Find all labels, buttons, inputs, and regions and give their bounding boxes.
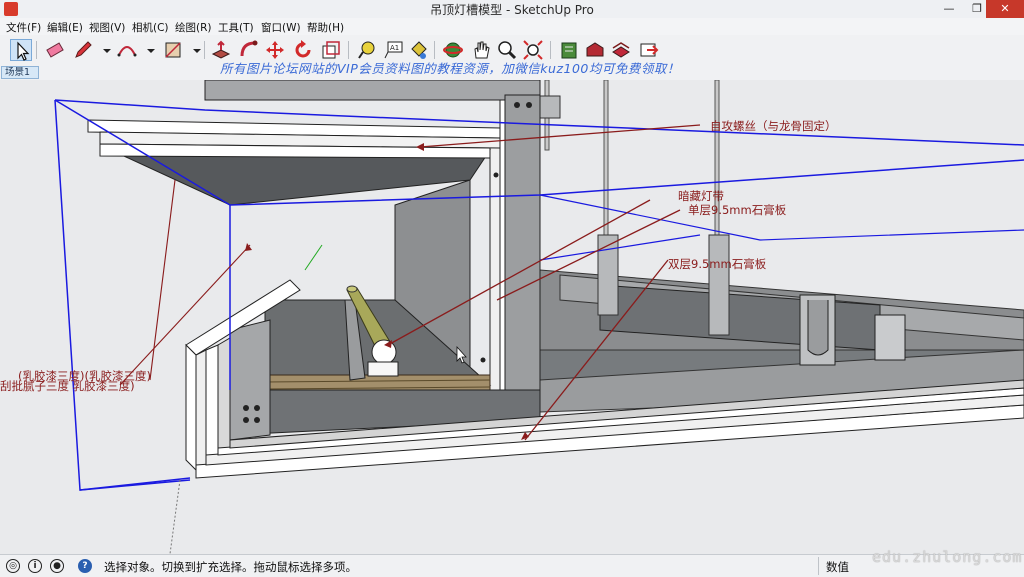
model-viewport[interactable]: 自攻螺丝（与龙骨固定） 暗藏灯带 单层9.5mm石膏板 双层9.5mm石膏板 (… [0,80,1024,554]
select-icon[interactable] [10,39,32,61]
close-button[interactable]: ✕ [986,0,1024,18]
title-bar: 吊顶灯槽模型 - SketchUp Pro — ❐ ✕ [0,0,1024,19]
annotation-double-board[interactable]: 双层9.5mm石膏板 [668,256,766,272]
menu-file[interactable]: 文件(F) [6,20,41,35]
chevron-down-icon[interactable] [186,39,201,61]
rectangle-icon[interactable] [162,39,184,61]
user-icon[interactable]: ● [50,559,64,573]
menu-window[interactable]: 窗口(W) [261,20,301,35]
pencil-icon[interactable] [72,39,94,61]
menu-tools[interactable]: 工具(T) [218,20,254,35]
arc-icon[interactable] [116,39,138,61]
annotation-screw[interactable]: 自攻螺丝（与龙骨固定） [710,118,837,134]
annotation-paint-b[interactable]: 刮批腻子三度 乳胶漆三度) [0,378,135,394]
menu-edit[interactable]: 编辑(E) [47,20,83,35]
menu-view[interactable]: 视图(V) [89,20,125,35]
svg-text:A1: A1 [390,44,399,52]
watermark: edu.zhulong.com [872,548,1023,566]
chevron-down-icon[interactable] [140,39,155,61]
annotation-single-board[interactable]: 单层9.5mm石膏板 [688,202,786,218]
status-bar: ◎ i ● ? 选择对象。切换到扩充选择。拖动鼠标选择多项。 数值 [0,554,1024,577]
window-title: 吊顶灯槽模型 - SketchUp Pro [430,3,594,17]
promo-banner: 所有图片论坛网站的VIP会员资料图的教程资源，加微信kuz100均可免费领取！ [220,61,680,76]
scene-tab-1[interactable]: 场景1 [1,66,39,79]
measurements-label: 数值 [826,560,849,574]
menu-bar: 文件(F) 编辑(E) 视图(V) 相机(C) 绘图(R) 工具(T) 窗口(W… [0,18,1024,35]
eraser-icon[interactable] [44,39,66,61]
status-message: 选择对象。切换到扩充选择。拖动鼠标选择多项。 [104,560,357,574]
menu-help[interactable]: 帮助(H) [307,20,344,35]
ceiling-cove-model [54,80,1024,554]
menu-draw[interactable]: 绘图(R) [175,20,212,35]
info-icon[interactable]: i [28,559,42,573]
help-icon[interactable]: ? [78,559,92,573]
minimize-button[interactable]: — [934,0,964,18]
status-divider [818,557,819,575]
geo-location-icon[interactable]: ◎ [6,559,20,573]
menu-camera[interactable]: 相机(C) [132,20,169,35]
chevron-down-icon[interactable] [96,39,111,61]
